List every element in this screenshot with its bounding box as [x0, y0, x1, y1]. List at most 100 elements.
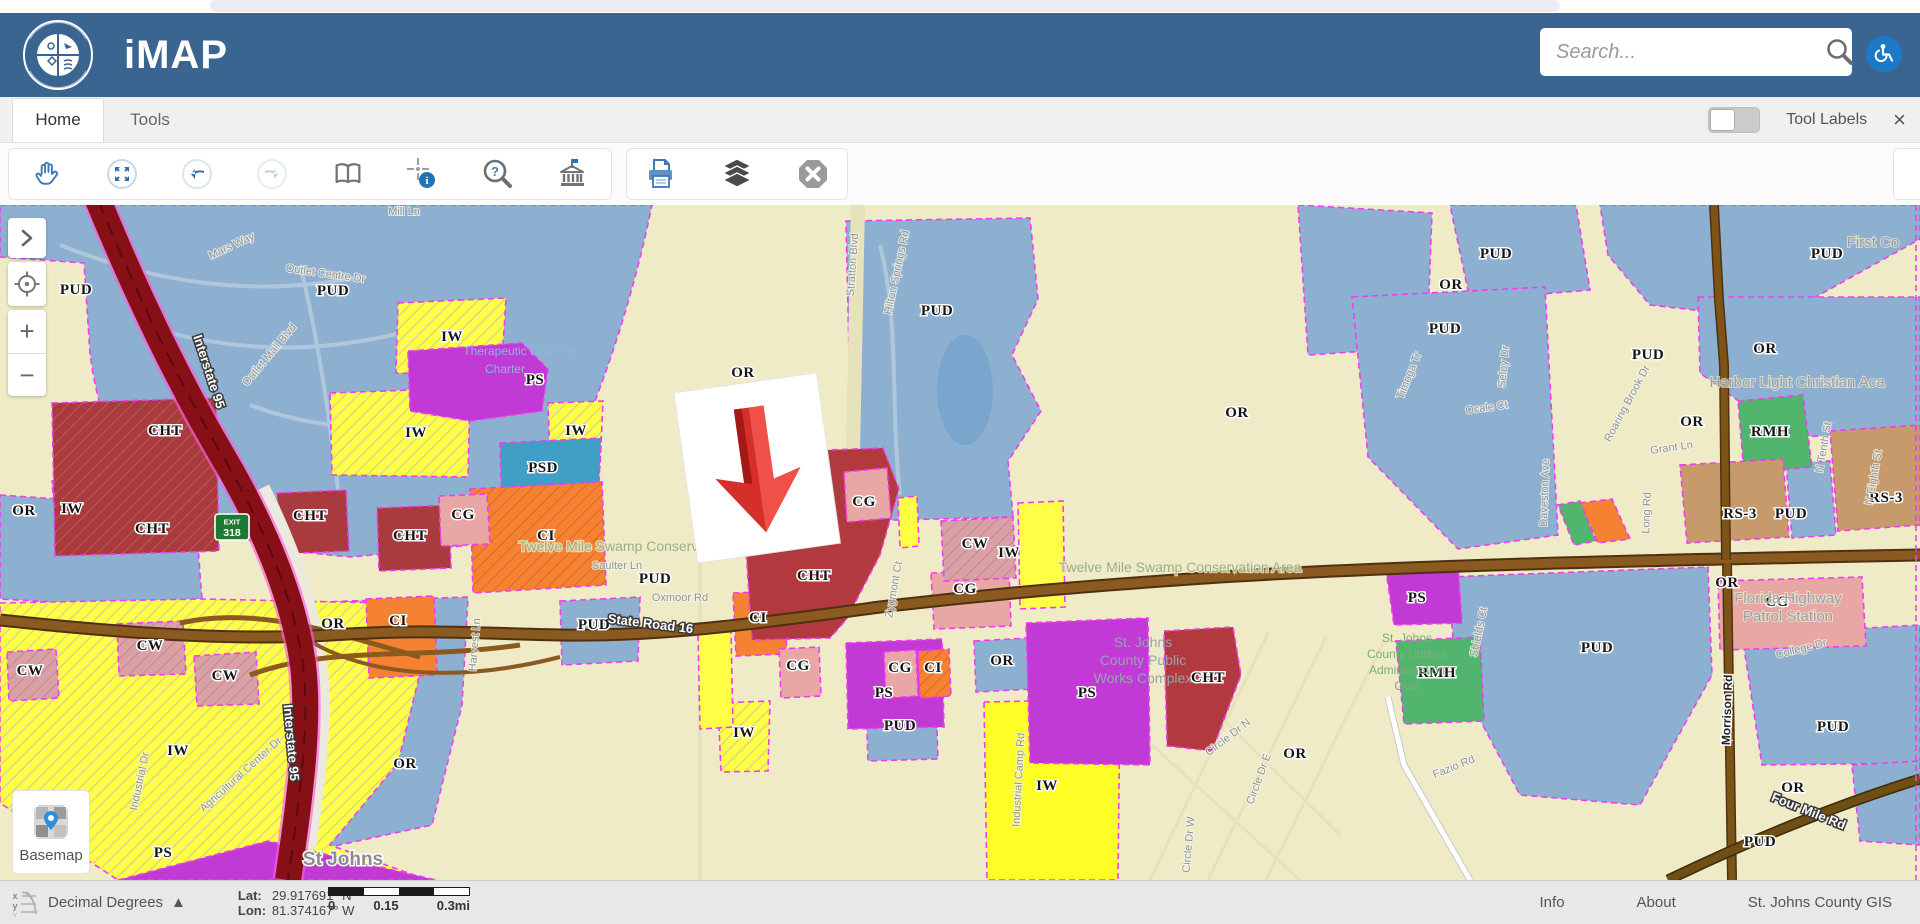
zoom-out-button[interactable]: − [8, 354, 46, 397]
tab-tools[interactable]: Tools [104, 99, 196, 142]
dropdown-remnant [210, 0, 1560, 12]
map-label: CG [451, 507, 475, 523]
extent-arrows-icon [105, 157, 139, 191]
identify-info-icon: i [405, 156, 441, 192]
map-label: St. Johns [1382, 631, 1432, 645]
map-label: CHT [148, 423, 182, 439]
accessibility-button[interactable] [1866, 36, 1902, 72]
search-input[interactable] [1556, 41, 1824, 64]
map-label: Twelve Mile Swamp Conservation Area [1059, 559, 1302, 575]
print-button[interactable] [639, 152, 683, 196]
municipal-lookup-button[interactable] [551, 152, 595, 196]
page-title: iMAP [124, 33, 228, 78]
locate-crosshair-icon [13, 270, 41, 298]
map-label: Saulter Ln [592, 560, 642, 572]
map-label: Patrol Station [1743, 608, 1833, 625]
map-label: CI [749, 610, 767, 626]
clear-selection-button[interactable] [791, 152, 835, 196]
info-link[interactable]: Info [1540, 894, 1565, 911]
map-label: First Co [1847, 234, 1900, 251]
wheelchair-icon [1873, 43, 1895, 65]
lat-label: Lat: [238, 888, 272, 903]
map-label: IW [1036, 778, 1058, 794]
layers-button[interactable] [715, 152, 759, 196]
hand-icon [31, 158, 63, 190]
map-canvas[interactable]: EXIT 318 PUDPUDIWPSIWIWPSDCHTCHTCHTCHTCG… [0, 205, 1920, 880]
coordinate-format-selector[interactable]: x y v Decimal Degrees ▲ [10, 888, 186, 918]
next-extent-button[interactable] [250, 152, 294, 196]
map-label: OR [1680, 414, 1704, 430]
map-label: CW [962, 536, 989, 552]
location-arrow-annotation [674, 373, 841, 563]
map-label: IW [733, 725, 755, 741]
map-label: Therapeutic Learning [463, 344, 576, 358]
map-label: OR [1225, 405, 1249, 421]
close-icon[interactable]: × [1893, 109, 1906, 131]
map-label: PUD [1811, 246, 1843, 262]
map-label: Charter [485, 362, 525, 376]
zoom-extent-button[interactable] [100, 152, 144, 196]
back-arrow-icon [180, 157, 214, 191]
expand-panel-button[interactable] [8, 218, 46, 258]
layers-icon [719, 156, 755, 192]
app-header: iMAP [0, 13, 1920, 97]
map-label: PUD [60, 282, 92, 298]
map-label: IW [998, 545, 1020, 561]
exit-318-sign: EXIT 318 [215, 514, 249, 540]
government-building-icon [555, 156, 591, 192]
scale-start: 0 [328, 898, 335, 913]
tool-labels-toggle[interactable] [1708, 107, 1760, 133]
map-label: PUD [921, 303, 953, 319]
coordinate-grid-icon: x y v [10, 888, 40, 918]
pan-button[interactable] [25, 152, 69, 196]
status-bar: x y v Decimal Degrees ▲ Lat:29.917691° N… [0, 880, 1920, 924]
basemap-button[interactable]: Basemap [12, 790, 90, 874]
map-label: PUD [639, 571, 671, 587]
identify-button[interactable]: i [401, 152, 445, 196]
county-seal-logo [22, 19, 94, 91]
tab-home[interactable]: Home [12, 98, 104, 142]
pond [937, 335, 993, 445]
map-label: OR [321, 616, 345, 632]
map-label: CI [389, 613, 407, 629]
map-label: PS [1408, 590, 1427, 606]
map-label: PS [1078, 685, 1097, 701]
map-label: CW [137, 638, 164, 654]
previous-extent-button[interactable] [175, 152, 219, 196]
map-label: OR [990, 653, 1014, 669]
about-link[interactable]: About [1637, 894, 1676, 911]
tab-bar: Home Tools Tool Labels × [0, 97, 1920, 143]
map-label: OR [12, 503, 36, 519]
map-label: PUD [1775, 506, 1807, 522]
query-button[interactable]: ? [476, 152, 520, 196]
basemap-icon [30, 801, 72, 843]
map-label: Oxmoor Rd [652, 592, 708, 604]
zoom-in-button[interactable]: + [8, 310, 46, 354]
search-box [1540, 28, 1852, 76]
map-label: PUD [1817, 719, 1849, 735]
map-label: IW [441, 329, 463, 345]
toggle-knob [1710, 109, 1735, 131]
map-label: CG [786, 658, 810, 674]
map-label: PUD [578, 617, 610, 633]
toolbar-group-navigation: i ? [8, 148, 612, 200]
svg-text:v: v [13, 910, 17, 918]
map-label: PUD [1429, 321, 1461, 337]
zoom-controls: + − [8, 310, 46, 396]
scale-mid: 0.15 [373, 898, 398, 913]
map-label: Works Complex [1094, 670, 1193, 686]
map-label: OR [393, 756, 417, 772]
search-icon[interactable] [1824, 35, 1854, 69]
search-question-icon: ? [480, 156, 516, 192]
toolbar-group-output [626, 148, 848, 200]
map-label: St. Johns [1114, 634, 1172, 650]
svg-text:318: 318 [223, 527, 241, 539]
map-label: Harbor Light Christian Aca [1709, 374, 1885, 391]
map-label: St Johns [303, 849, 383, 870]
map-label: CHT [135, 521, 169, 537]
bookmarks-button[interactable] [326, 152, 370, 196]
geolocate-button[interactable] [8, 262, 46, 306]
dropdown-up-arrow: ▲ [171, 894, 186, 911]
map-label: Administration [1369, 663, 1445, 677]
map-label: IW [167, 743, 189, 759]
